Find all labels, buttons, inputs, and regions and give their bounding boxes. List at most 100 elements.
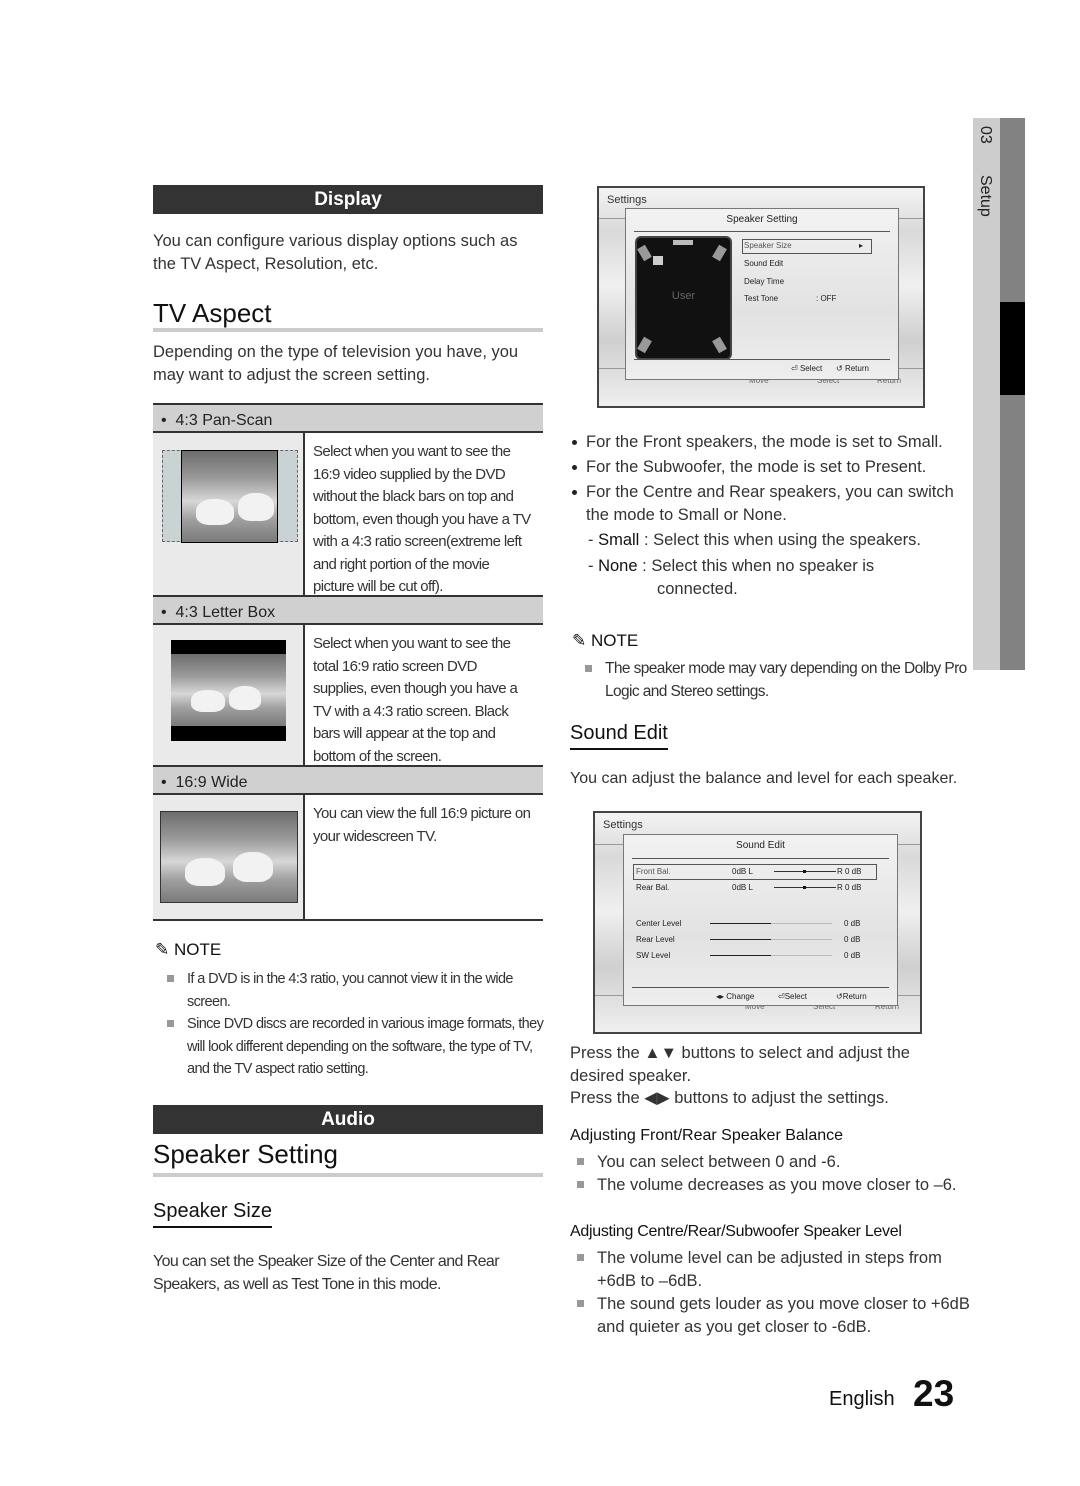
footer-return: ↺ Return	[836, 364, 869, 373]
speaker-size-title: Speaker Size	[153, 1200, 272, 1228]
footer-return: ↺Return	[836, 992, 867, 1001]
center-level-slider[interactable]	[710, 923, 832, 924]
aspect-option-label: 4:3 Letter Box	[175, 604, 276, 621]
speaker-setting-dialog: Speaker Setting User Speaker Size ▸ Soun…	[625, 208, 899, 380]
sw-level-value: 0 dB	[844, 951, 861, 960]
front-balance-right: R 0 dB	[837, 867, 862, 876]
aspect-option-header: • 16:9 Wide	[153, 765, 543, 795]
aspect-option-header: • 4:3 Letter Box	[153, 595, 543, 625]
sw-level-label[interactable]: SW Level	[636, 951, 670, 960]
puppies-image	[160, 811, 298, 903]
bullet-item: For the Front speakers, the mode is set …	[570, 431, 965, 454]
display-section-header: Display	[153, 185, 543, 214]
aspect-option-description: You can view the full 16:9 picture on yo…	[313, 805, 531, 845]
aspect-option-description: Select when you want to see the 16:9 vid…	[313, 443, 531, 595]
title-rule	[153, 1173, 543, 1177]
footer-change: ◂▸ Change	[716, 992, 755, 1001]
mode-text: Select this when using the speakers.	[653, 531, 921, 549]
aspect-option-description: Select when you want to see the total 16…	[313, 635, 518, 765]
mode-small: - Small : Select this when using the spe…	[588, 531, 921, 549]
return-icon: ↺	[836, 364, 843, 373]
audio-section-header: Audio	[153, 1105, 543, 1134]
chapter-number: 03	[977, 126, 994, 144]
speaker-size-heading: Speaker Size	[153, 1200, 272, 1228]
menu-item-sound-edit[interactable]: Sound Edit	[744, 259, 783, 268]
letterbox-illustration	[153, 625, 305, 765]
dialog-title: Sound Edit	[736, 840, 785, 851]
aspect-table: • 4:3 Pan-Scan Select when you want to s…	[153, 403, 543, 921]
subwoofer-icon	[653, 256, 663, 265]
note-list: If a DVD is in the 4:3 ratio, you cannot…	[165, 968, 545, 1081]
rear-balance-slider[interactable]	[774, 886, 836, 889]
bullet-icon: •	[161, 412, 176, 429]
balance-title: Adjusting Front/Rear Speaker Balance	[570, 1127, 844, 1144]
aspect-option-label: 4:3 Pan-Scan	[175, 412, 273, 429]
center-level-label[interactable]: Center Level	[636, 919, 681, 928]
aspect-option-header: • 4:3 Pan-Scan	[153, 403, 543, 433]
note-item: The volume decreases as you move closer …	[575, 1174, 970, 1197]
chapter-tab-marker	[1000, 302, 1025, 395]
menu-item-delay-time[interactable]: Delay Time	[744, 277, 784, 286]
puppies-image	[181, 450, 278, 543]
level-title: Adjusting Centre/Rear/Subwoofer Speaker …	[570, 1223, 902, 1240]
bullet-icon: •	[161, 604, 176, 621]
note-title: NOTE	[590, 631, 639, 650]
level-fill	[710, 939, 771, 940]
front-right-speaker-icon	[712, 244, 727, 262]
mode-term: None	[598, 557, 638, 575]
aspect-option-row: Select when you want to see the 16:9 vid…	[153, 433, 543, 595]
enter-icon: ⏎	[791, 364, 798, 373]
mode-term: Small	[598, 531, 640, 549]
pencil-icon: ✎	[155, 940, 170, 959]
sound-edit-screen: Settings Move Select Return Sound Edit F…	[593, 811, 922, 1034]
test-tone-value: : OFF	[816, 294, 837, 303]
mode-none: - None : Select this when no speaker is	[588, 557, 875, 575]
dialog-title: Speaker Setting	[726, 214, 798, 225]
speaker-setting-title: Speaker Setting	[153, 1139, 339, 1169]
note-item: Since DVD discs are recorded in various …	[165, 1013, 545, 1081]
note-heading: ✎ NOTE	[155, 940, 221, 960]
chapter-label: Setup	[977, 175, 994, 217]
note-heading: ✎ NOTE	[572, 631, 638, 651]
rear-right-speaker-icon	[712, 336, 727, 354]
slider-thumb[interactable]	[803, 870, 806, 873]
rear-level-slider[interactable]	[710, 939, 832, 940]
left-right-arrows-icon: ◂▸	[716, 992, 725, 1001]
note-item: If a DVD is in the 4:3 ratio, you cannot…	[165, 968, 545, 1013]
sw-level-slider[interactable]	[710, 955, 832, 956]
aspect-option-row: Select when you want to see the total 16…	[153, 625, 543, 765]
front-balance-left: 0dB L	[732, 867, 753, 876]
sound-edit-heading: Sound Edit	[570, 722, 668, 750]
wide-illustration	[153, 795, 305, 919]
rear-level-value: 0 dB	[844, 935, 861, 944]
center-level-value: 0 dB	[844, 919, 861, 928]
note-item: You can select between 0 and -6.	[575, 1151, 970, 1174]
rear-balance-label[interactable]: Rear Bal.	[636, 883, 669, 892]
aspect-option-row: You can view the full 16:9 picture on yo…	[153, 795, 543, 921]
tv-aspect-title: TV Aspect	[153, 298, 272, 328]
sound-edit-dialog: Sound Edit Front Bal. 0dB L R 0 dB Rear …	[623, 834, 898, 1006]
level-fill	[710, 955, 771, 956]
bullet-item: For the Centre and Rear speakers, you ca…	[570, 481, 965, 527]
rear-level-label[interactable]: Rear Level	[636, 935, 675, 944]
settings-bg-title: Settings	[603, 819, 643, 831]
slider-thumb[interactable]	[803, 886, 806, 889]
menu-item-test-tone[interactable]: Test Tone	[744, 294, 778, 303]
note-item: The volume level can be adjusted in step…	[575, 1247, 970, 1293]
front-left-speaker-icon	[637, 244, 652, 262]
footer-select: ⏎Select	[778, 992, 807, 1001]
front-balance-slider[interactable]	[774, 870, 836, 873]
aspect-option-label: 16:9 Wide	[175, 774, 248, 791]
page-number: 23	[913, 1373, 955, 1414]
display-intro: You can configure various display option…	[153, 232, 518, 273]
speaker-setting-screen: Settings Move Select Return Speaker Sett…	[597, 186, 925, 408]
title-rule	[153, 328, 543, 332]
menu-item-speaker-size[interactable]: Speaker Size	[744, 241, 792, 250]
mode-none-cont: connected.	[657, 580, 738, 598]
puppies-image	[171, 654, 286, 726]
note-item: The speaker mode may vary depending on t…	[583, 658, 968, 703]
layout-label: User	[671, 290, 696, 302]
pan-scan-illustration	[153, 433, 305, 595]
speaker-layout-diagram: User	[635, 236, 732, 360]
front-balance-label[interactable]: Front Bal.	[636, 867, 671, 876]
